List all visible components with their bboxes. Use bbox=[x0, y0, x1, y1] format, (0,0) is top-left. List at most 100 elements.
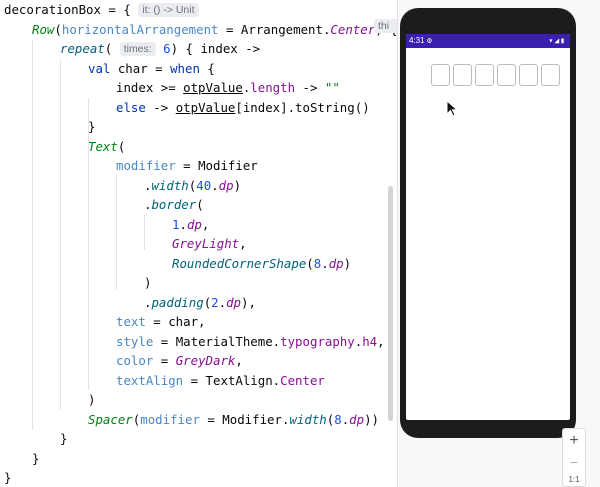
code-line[interactable]: Row(horizontalArrangement = Arrangement.… bbox=[32, 20, 397, 40]
code-token: else bbox=[116, 99, 146, 115]
code-line[interactable]: GreyLight, bbox=[172, 234, 247, 254]
code-token: = Modifier bbox=[175, 158, 258, 173]
code-token: RoundedCornerShape bbox=[172, 255, 307, 271]
code-token: otpValue bbox=[183, 80, 243, 95]
code-token: )) bbox=[364, 411, 380, 427]
code-token: -> bbox=[295, 80, 325, 95]
code-line[interactable]: decorationBox = { it: () -> Unit bbox=[4, 0, 199, 20]
code-token: = char, bbox=[145, 314, 206, 329]
code-token: ( bbox=[54, 21, 62, 37]
code-token: 8 bbox=[334, 411, 342, 427]
code-token: , bbox=[239, 236, 247, 251]
code-token: when bbox=[170, 60, 200, 76]
code-token: dp bbox=[186, 216, 202, 232]
code-token: otpValue bbox=[175, 99, 236, 115]
code-line[interactable]: } bbox=[32, 449, 39, 469]
code-token: horizontalArrangement bbox=[61, 21, 219, 37]
otp-digit-box[interactable] bbox=[541, 64, 560, 86]
code-token: } bbox=[88, 119, 96, 134]
code-token: . bbox=[179, 216, 187, 232]
otp-digit-box[interactable] bbox=[475, 64, 494, 86]
code-token: width bbox=[151, 177, 189, 193]
code-token: 40 bbox=[196, 177, 212, 193]
code-token: { bbox=[199, 60, 215, 76]
code-token: length bbox=[250, 80, 296, 95]
editor-scrollbar[interactable] bbox=[388, 186, 393, 421]
code-line[interactable]: text = char, bbox=[116, 312, 206, 332]
otp-digit-box[interactable] bbox=[453, 64, 472, 86]
code-line[interactable]: style = MaterialTheme.typography.h4, bbox=[116, 332, 385, 352]
code-token: ) bbox=[233, 177, 242, 193]
code-token: } bbox=[32, 450, 40, 466]
zoom-controls: + − 1:1 bbox=[562, 428, 586, 487]
zoom-out-button[interactable]: − bbox=[563, 453, 585, 471]
code-line[interactable]: repeat( times: 6) { index -> bbox=[60, 39, 260, 59]
code-line[interactable]: .padding(2.dp), bbox=[144, 293, 256, 313]
code-token: = MaterialTheme. bbox=[153, 333, 281, 349]
code-editor[interactable]: decorationBox = { it: () -> Unit Row(hori… bbox=[0, 0, 397, 487]
code-line[interactable]: RoundedCornerShape(8.dp) bbox=[172, 254, 351, 274]
code-line[interactable]: 1.dp, bbox=[172, 215, 209, 235]
code-token: ( bbox=[117, 138, 126, 154]
code-line[interactable]: index >= otpValue.length -> "" bbox=[116, 78, 340, 98]
code-token: GreyDark bbox=[175, 353, 236, 368]
code-token: Center bbox=[280, 372, 325, 388]
code-line[interactable]: } bbox=[4, 468, 11, 487]
indent-guide bbox=[32, 40, 33, 430]
code-token: textAlign bbox=[116, 372, 184, 388]
code-line[interactable]: Spacer(modifier = Modifier.width(8.dp)) bbox=[88, 410, 379, 430]
code-line[interactable]: ) bbox=[144, 273, 151, 293]
code-token: h4 bbox=[362, 333, 378, 349]
indent-guide bbox=[60, 60, 61, 410]
status-bar: 4:31 ⚙ ▾◢▮ bbox=[406, 34, 570, 48]
indent-guide bbox=[116, 175, 117, 290]
device-screen[interactable]: 4:31 ⚙ ▾◢▮ bbox=[406, 34, 570, 420]
otp-digit-box[interactable] bbox=[497, 64, 516, 86]
code-line[interactable]: Text( bbox=[88, 137, 125, 157]
code-line[interactable]: modifier = Modifier bbox=[116, 156, 258, 176]
zoom-fit-button[interactable]: 1:1 bbox=[563, 475, 585, 485]
code-token: 2 bbox=[211, 294, 219, 310]
code-token: = TextAlign. bbox=[183, 372, 281, 388]
code-token: ( bbox=[104, 41, 120, 56]
code-line[interactable]: ) bbox=[88, 390, 95, 410]
code-token: } bbox=[4, 470, 12, 485]
code-token: modifier bbox=[140, 411, 200, 427]
code-token: "" bbox=[324, 80, 340, 95]
otp-digit-box[interactable] bbox=[519, 64, 538, 86]
code-token: , bbox=[377, 333, 385, 349]
code-token: = bbox=[153, 353, 176, 368]
code-token: ) bbox=[343, 255, 352, 271]
code-token: style bbox=[116, 333, 154, 349]
otp-digit-box[interactable] bbox=[431, 64, 450, 86]
code-line[interactable]: else -> otpValue[index].toString() bbox=[116, 98, 370, 118]
code-line[interactable]: textAlign = TextAlign.Center bbox=[116, 371, 325, 391]
code-token: , bbox=[235, 353, 243, 368]
code-token: GreyLight bbox=[172, 236, 240, 251]
code-line[interactable]: .width(40.dp) bbox=[144, 176, 241, 196]
code-line[interactable]: color = GreyDark, bbox=[116, 351, 243, 371]
code-line[interactable]: } bbox=[60, 429, 67, 449]
code-token: modifier bbox=[116, 158, 176, 173]
code-token: index >= bbox=[116, 80, 184, 95]
code-token: dp bbox=[349, 411, 365, 427]
code-token: width bbox=[289, 411, 327, 427]
code-line[interactable]: .border( bbox=[144, 195, 204, 215]
code-token: } bbox=[60, 431, 68, 446]
code-line[interactable]: val char = when { bbox=[88, 59, 215, 79]
code-token: repeat bbox=[60, 41, 105, 56]
code-token: ( bbox=[306, 255, 314, 271]
code-token: padding bbox=[151, 294, 204, 310]
code-token: typography bbox=[280, 333, 355, 349]
device-frame: 4:31 ⚙ ▾◢▮ bbox=[400, 8, 576, 438]
code-token: . bbox=[218, 294, 227, 310]
code-token: char = bbox=[110, 60, 171, 76]
code-token: Center bbox=[330, 21, 376, 37]
status-time: 4:31 bbox=[409, 36, 425, 45]
code-token: [index].toString() bbox=[235, 99, 370, 115]
code-token: Row bbox=[32, 21, 55, 37]
zoom-in-button[interactable]: + bbox=[563, 431, 585, 451]
code-token: Text bbox=[88, 138, 118, 154]
code-line[interactable]: } bbox=[88, 117, 95, 137]
settings-icon: ⚙ bbox=[427, 36, 432, 45]
